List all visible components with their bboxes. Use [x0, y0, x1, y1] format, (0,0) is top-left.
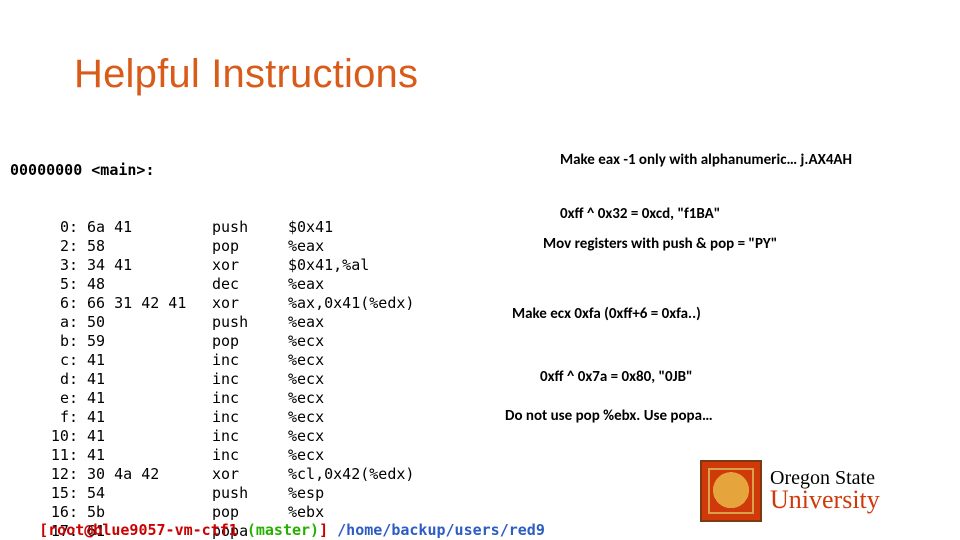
asm-hex: 41 — [78, 427, 212, 446]
asm-mnemonic: push — [212, 218, 288, 237]
asm-addr: d: — [10, 370, 78, 389]
asm-row: 6: 66 31 42 41xor%ax,0x41(%edx) — [10, 294, 414, 313]
asm-args: $0x41 — [288, 218, 333, 237]
asm-mnemonic: inc — [212, 427, 288, 446]
asm-hex: 50 — [78, 313, 212, 332]
asm-addr: 0: — [10, 218, 78, 237]
annotation-make-ecx: Make ecx 0xfa (0xff+6 = 0xfa..) — [512, 306, 701, 323]
asm-hex: 41 — [78, 389, 212, 408]
asm-hex: 58 — [78, 237, 212, 256]
asm-args: %ax,0x41(%edx) — [288, 294, 414, 313]
asm-mnemonic: inc — [212, 389, 288, 408]
asm-hex: 59 — [78, 332, 212, 351]
asm-hex: 41 — [78, 370, 212, 389]
asm-addr: 15: — [10, 484, 78, 503]
asm-args: %ecx — [288, 389, 324, 408]
asm-addr: b: — [10, 332, 78, 351]
asm-row: e: 41inc%ecx — [10, 389, 414, 408]
asm-row: 0: 6a 41push$0x41 — [10, 218, 414, 237]
asm-args: %ecx — [288, 332, 324, 351]
asm-row: c: 41inc%ecx — [10, 351, 414, 370]
asm-row: 11: 41inc%ecx — [10, 446, 414, 465]
asm-addr: 5: — [10, 275, 78, 294]
asm-mnemonic: dec — [212, 275, 288, 294]
slide-title: Helpful Instructions — [74, 52, 418, 97]
asm-row: 10: 41inc%ecx — [10, 427, 414, 446]
terminal-branch: (master) — [247, 521, 319, 539]
asm-mnemonic: inc — [212, 446, 288, 465]
asm-addr: 2: — [10, 237, 78, 256]
asm-mnemonic: pop — [212, 237, 288, 256]
asm-args: %ecx — [288, 446, 324, 465]
terminal-user: [root@blue9057-vm-ctf1 — [39, 521, 247, 539]
asm-addr: e: — [10, 389, 78, 408]
asm-args: %esp — [288, 484, 324, 503]
asm-hex: 54 — [78, 484, 212, 503]
asm-args: %ecx — [288, 408, 324, 427]
asm-mnemonic: inc — [212, 351, 288, 370]
annotation-xor-7a: 0xff ^ 0x7a = 0x80, "0JB" — [540, 369, 693, 386]
asm-row: 12: 30 4a 42xor%cl,0x42(%edx) — [10, 465, 414, 484]
annotation-popa: Do not use pop %ebx. Use popa… — [505, 408, 713, 425]
asm-hex: 48 — [78, 275, 212, 294]
asm-header: 00000000 <main>: — [10, 161, 414, 180]
asm-row: b: 59pop%ecx — [10, 332, 414, 351]
asm-row: 5: 48dec%eax — [10, 275, 414, 294]
asm-addr: 12: — [10, 465, 78, 484]
asm-hex: 6a 41 — [78, 218, 212, 237]
asm-hex: 41 — [78, 408, 212, 427]
asm-args: $0x41,%al — [288, 256, 369, 275]
asm-mnemonic: push — [212, 484, 288, 503]
asm-row: f: 41inc%ecx — [10, 408, 414, 427]
asm-mnemonic: inc — [212, 370, 288, 389]
asm-mnemonic: xor — [212, 465, 288, 484]
asm-args: %eax — [288, 237, 324, 256]
annotation-xor-32: 0xff ^ 0x32 = 0xcd, "f1BA" — [560, 206, 720, 223]
asm-row: 3: 34 41xor$0x41,%al — [10, 256, 414, 275]
osu-logo-line2: University — [770, 488, 880, 513]
asm-hex: 34 41 — [78, 256, 212, 275]
asm-mnemonic: push — [212, 313, 288, 332]
asm-args: %cl,0x42(%edx) — [288, 465, 414, 484]
osu-logo: Oregon State University — [700, 460, 936, 522]
asm-addr: 11: — [10, 446, 78, 465]
asm-mnemonic: inc — [212, 408, 288, 427]
asm-row: d: 41inc%ecx — [10, 370, 414, 389]
terminal-bracket: ] — [319, 521, 337, 539]
asm-addr: 3: — [10, 256, 78, 275]
disassembly-block: 00000000 <main>: 0: 6a 41push$0x412: 58p… — [10, 123, 414, 540]
annotation-make-eax: Make eax -1 only with alphanumeric… j.AX… — [560, 152, 880, 169]
asm-addr: 10: — [10, 427, 78, 446]
asm-args: %eax — [288, 313, 324, 332]
asm-addr: c: — [10, 351, 78, 370]
asm-addr: f: — [10, 408, 78, 427]
asm-args: %ecx — [288, 370, 324, 389]
annotation-mov-push-pop: Mov registers with push & pop = "PY" — [543, 236, 777, 253]
terminal-prompt: [root@blue9057-vm-ctf1 (master)] /home/b… — [3, 505, 545, 540]
asm-row: 2: 58pop%eax — [10, 237, 414, 256]
asm-row: a: 50push%eax — [10, 313, 414, 332]
asm-hex: 41 — [78, 351, 212, 370]
asm-mnemonic: xor — [212, 256, 288, 275]
asm-args: %ecx — [288, 351, 324, 370]
asm-args: %ecx — [288, 427, 324, 446]
asm-args: %eax — [288, 275, 324, 294]
asm-hex: 66 31 42 41 — [78, 294, 212, 313]
asm-row: 15: 54push%esp — [10, 484, 414, 503]
asm-addr: 6: — [10, 294, 78, 313]
asm-hex: 41 — [78, 446, 212, 465]
osu-beaver-icon — [700, 460, 762, 522]
asm-hex: 30 4a 42 — [78, 465, 212, 484]
asm-addr: a: — [10, 313, 78, 332]
asm-mnemonic: pop — [212, 332, 288, 351]
osu-logo-text: Oregon State University — [770, 469, 880, 513]
asm-mnemonic: xor — [212, 294, 288, 313]
slide: Helpful Instructions 00000000 <main>: 0:… — [0, 0, 960, 540]
terminal-path: /home/backup/users/red9 — [337, 521, 545, 539]
